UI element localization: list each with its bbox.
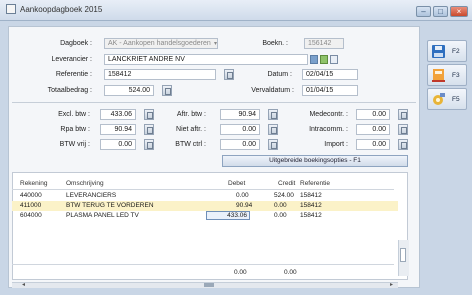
import-field[interactable]: 0.00: [356, 139, 390, 150]
total-debet: 0.00: [234, 269, 247, 276]
supplier-card-icon[interactable]: [330, 55, 338, 64]
excl-btw-label: Excl. btw :: [58, 111, 90, 118]
rpa-btw-label: Rpa btw :: [60, 126, 90, 133]
save-button[interactable]: F2: [427, 40, 467, 62]
rpa-btw-button[interactable]: [144, 124, 154, 135]
import-button[interactable]: [398, 139, 408, 150]
dagboek-select[interactable]: AK - Aankopen handelsgoederen: [104, 38, 218, 49]
cell-rekening: 440000: [20, 192, 42, 199]
col-header-referentie: Referentie: [300, 180, 330, 187]
calculator-button[interactable]: F3: [427, 64, 467, 86]
excl-btw-field[interactable]: 433.06: [100, 109, 136, 120]
import-label: Import :: [324, 141, 348, 148]
save-key: F2: [452, 48, 460, 55]
search-icon[interactable]: [310, 55, 318, 64]
header-divider: [12, 189, 394, 190]
scroll-left-icon[interactable]: ◂: [22, 282, 25, 288]
tools-key: F5: [452, 96, 460, 103]
col-header-credit: Credit: [278, 180, 296, 187]
rpa-btw-field[interactable]: 90.94: [100, 124, 136, 135]
boekn-label: Boekn. :: [262, 40, 288, 47]
totaalbedrag-label: Totaalbedrag :: [47, 87, 92, 94]
btw-vrij-field[interactable]: 0.00: [100, 139, 136, 150]
uitgebreide-boekingsopties-button[interactable]: Uitgebreide boekingsopties - F1: [222, 155, 408, 167]
niet-aftr-field[interactable]: 0.00: [220, 124, 260, 135]
btw-ctrl-label: BTW ctrl :: [175, 141, 206, 148]
minimize-button[interactable]: –: [416, 6, 431, 17]
cell-omschrijving: PLASMA PANEL LED TV: [66, 212, 139, 219]
calculator-key: F3: [452, 72, 460, 79]
datum-field[interactable]: 02/04/15: [302, 69, 358, 80]
calculator-icon: [432, 69, 445, 82]
intracomm-button[interactable]: [398, 124, 408, 135]
maximize-button[interactable]: □: [433, 6, 448, 17]
cell-omschrijving: LEVERANCIERS: [66, 192, 117, 199]
totals-divider: [12, 264, 394, 265]
close-button[interactable]: ×: [450, 6, 468, 17]
col-header-debet: Debet: [228, 180, 246, 187]
btw-ctrl-field[interactable]: 0.00: [220, 139, 260, 150]
cell-credit: 0.00: [274, 212, 287, 219]
referentie-field[interactable]: 158412: [104, 69, 216, 80]
totaalbedrag-calc-button[interactable]: [162, 85, 172, 96]
cell-referentie: 158412: [300, 192, 322, 199]
table-row[interactable]: 440000 LEVERANCIERS 0.00 524.00 158412: [12, 191, 398, 201]
referentie-label: Referentie :: [55, 71, 92, 78]
add-supplier-icon[interactable]: [320, 55, 328, 64]
intracomm-label: Intracomm. :: [309, 126, 348, 133]
medecontr-button[interactable]: [398, 109, 408, 120]
save-icon: [432, 45, 445, 58]
excl-btw-button[interactable]: [144, 109, 154, 120]
total-credit: 0.00: [284, 269, 297, 276]
tools-icon: [433, 93, 445, 105]
boekn-field[interactable]: 156142: [304, 38, 344, 49]
table-row[interactable]: 411000 BTW TERUG TE VORDEREN 90.94 0.00 …: [12, 201, 398, 211]
datum-label: Datum :: [267, 71, 292, 78]
dagboek-label: Dagboek :: [60, 40, 92, 47]
cell-credit: 524.00: [274, 192, 294, 199]
medecontr-field[interactable]: 0.00: [356, 109, 390, 120]
niet-aftr-label: Niet aftr. :: [176, 126, 206, 133]
medecontr-label: Medecontr. :: [309, 111, 348, 118]
cell-debet: 0.00: [236, 192, 249, 199]
cell-omschrijving: BTW TERUG TE VORDEREN: [66, 202, 154, 209]
niet-aftr-button[interactable]: [268, 124, 278, 135]
cell-debet-editor[interactable]: 433.06: [206, 211, 250, 220]
scroll-right-icon[interactable]: ▸: [390, 282, 393, 288]
btw-ctrl-button[interactable]: [268, 139, 278, 150]
window-title: Aankoopdagboek 2015: [20, 5, 103, 14]
aftr-btw-label: Aftr. btw :: [176, 111, 206, 118]
horizontal-scroll-thumb[interactable]: [204, 283, 214, 287]
leverancier-field[interactable]: LANCKRIET ANDRE NV: [104, 54, 308, 65]
totaalbedrag-field[interactable]: 524.00: [104, 85, 154, 96]
referentie-lookup-button[interactable]: [224, 69, 234, 80]
vervaldatum-field[interactable]: 01/04/15: [302, 85, 358, 96]
col-header-rekening: Rekening: [20, 180, 48, 187]
cell-credit: 0.00: [274, 202, 287, 209]
vertical-scroll-thumb[interactable]: [400, 248, 406, 262]
window-app-icon: [6, 4, 16, 14]
cell-referentie: 158412: [300, 202, 322, 209]
col-header-omschrijving: Omschrijving: [66, 180, 104, 187]
intracomm-field[interactable]: 0.00: [356, 124, 390, 135]
section-divider: [12, 102, 416, 103]
btw-vrij-button[interactable]: [144, 139, 154, 150]
cell-rekening: 604000: [20, 212, 42, 219]
aftr-btw-field[interactable]: 90.94: [220, 109, 260, 120]
btw-vrij-label: BTW vrij :: [59, 141, 90, 148]
vervaldatum-label: Vervaldatum :: [251, 87, 294, 94]
chevron-down-icon[interactable]: ▾: [214, 40, 217, 47]
table-row[interactable]: 604000 PLASMA PANEL LED TV 433.06 0.00 1…: [12, 211, 398, 221]
cell-debet: 90.94: [236, 202, 253, 209]
cell-referentie: 158412: [300, 212, 322, 219]
leverancier-label: Leverancier :: [51, 56, 92, 63]
cell-rekening: 411000: [20, 202, 42, 209]
aftr-btw-button[interactable]: [268, 109, 278, 120]
tools-button[interactable]: F5: [427, 88, 467, 110]
